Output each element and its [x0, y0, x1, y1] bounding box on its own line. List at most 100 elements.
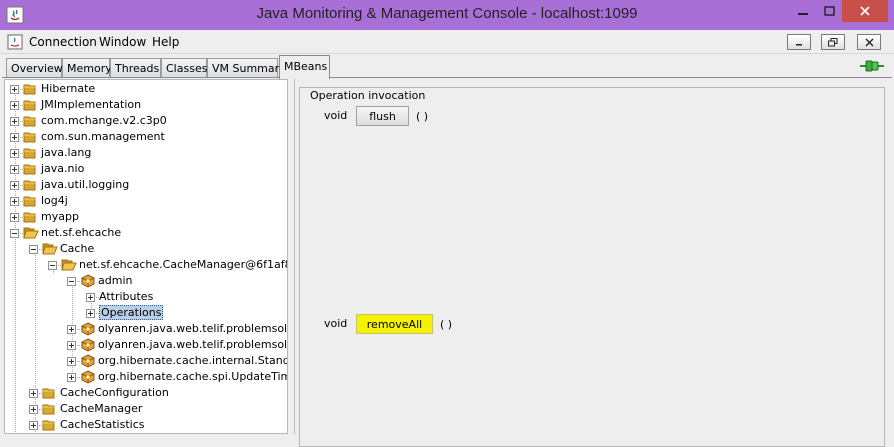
internal-close-button[interactable]	[857, 34, 881, 50]
tree-node-label: CacheConfiguration	[60, 386, 169, 399]
tree-node[interactable]: com.mchange.v2.c3p0	[5, 113, 287, 129]
expand-icon[interactable]	[67, 373, 76, 382]
params-label: ( )	[440, 318, 453, 331]
tree-node[interactable]: Cache	[5, 241, 287, 257]
tree-node[interactable]: olyanren.java.web.telif.problemsolutio	[5, 321, 288, 337]
folder-icon	[42, 417, 58, 433]
menu-help[interactable]: Help	[152, 35, 179, 49]
tree-node[interactable]: java.nio	[5, 161, 287, 177]
folder-icon	[23, 145, 39, 161]
folder-icon	[23, 129, 39, 145]
tree-node-label: net.sf.ehcache.CacheManager@6f1af8c3	[79, 258, 288, 271]
mbean-tree[interactable]: Hibernate JMImplementation com.mchange.v2.…	[4, 79, 288, 434]
tree-node[interactable]: org.hibernate.cache.spi.UpdateTimest	[5, 369, 287, 385]
collapse-icon[interactable]	[10, 229, 19, 238]
tree-node[interactable]: CacheManager	[5, 401, 287, 417]
window-title: Java Monitoring & Management Console - l…	[256, 5, 638, 22]
folder-icon	[42, 401, 58, 417]
tree-node[interactable]: org.hibernate.cache.internal.Standard	[5, 353, 287, 369]
internal-minimize-button[interactable]	[787, 34, 811, 50]
tree-node-label: olyanren.java.web.telif.problemsolutio	[98, 322, 288, 335]
folder-icon	[23, 113, 39, 129]
folder-icon	[23, 209, 39, 225]
flush-button[interactable]: flush	[356, 106, 409, 126]
minimize-button[interactable]	[790, 0, 816, 22]
tree-node-label: com.mchange.v2.c3p0	[41, 114, 167, 127]
tab-threads[interactable]: Threads	[110, 58, 161, 78]
java-doc-icon[interactable]	[7, 34, 23, 50]
tree-node[interactable]: olyanren.java.web.telif.problemsolutio	[5, 337, 288, 353]
folder-icon	[23, 177, 39, 193]
collapse-icon[interactable]	[67, 277, 76, 286]
tree-node-label: Attributes	[99, 290, 154, 303]
expand-icon[interactable]	[10, 213, 19, 222]
operations-panel: Operation invocation void flush ( ) void…	[294, 79, 891, 447]
removeall-button[interactable]: removeAll	[356, 314, 433, 334]
tree-node[interactable]: Attributes	[5, 289, 287, 305]
folder-open-icon	[61, 257, 77, 273]
folder-open-icon	[23, 225, 39, 241]
tab-classes[interactable]: Classes	[161, 58, 207, 78]
operation-row-flush: void flush ( )	[300, 106, 880, 130]
expand-icon[interactable]	[86, 309, 95, 318]
expand-icon[interactable]	[10, 149, 19, 158]
expand-icon[interactable]	[29, 405, 38, 414]
tree-node-label: olyanren.java.web.telif.problemsolutio	[98, 338, 288, 351]
expand-icon[interactable]	[10, 117, 19, 126]
expand-icon[interactable]	[86, 293, 95, 302]
tree-node-label: CacheStatistics	[60, 418, 145, 431]
collapse-icon[interactable]	[29, 245, 38, 254]
tab-memory[interactable]: Memory	[62, 58, 112, 78]
tree-node-label: JMImplementation	[41, 98, 142, 111]
tab-mbeans[interactable]: MBeans	[279, 55, 330, 79]
bean-icon	[80, 353, 96, 369]
maximize-button[interactable]	[816, 0, 842, 22]
collapse-icon[interactable]	[48, 261, 57, 270]
tab-overview[interactable]: Overview	[6, 58, 63, 78]
return-type-label: void	[324, 109, 348, 122]
tree-node-label: myapp	[41, 210, 79, 223]
expand-icon[interactable]	[67, 325, 76, 334]
internal-restore-button[interactable]	[821, 34, 845, 50]
expand-icon[interactable]	[10, 85, 19, 94]
tree-node[interactable]: log4j	[5, 193, 287, 209]
tree-node[interactable]: JMImplementation	[5, 97, 287, 113]
tree-node[interactable]: CacheStatistics	[5, 417, 287, 433]
connection-status-icon	[860, 59, 884, 76]
tree-node[interactable]: java.util.logging	[5, 177, 287, 193]
tree-node[interactable]: java.lang	[5, 145, 287, 161]
tree-node-label: com.sun.management	[41, 130, 165, 143]
tree-node[interactable]: admin	[5, 273, 287, 289]
expand-icon[interactable]	[67, 357, 76, 366]
title-bar: Java Monitoring & Management Console - l…	[0, 0, 894, 30]
menu-connection[interactable]: Connection	[29, 35, 97, 49]
tree-node[interactable]: net.sf.ehcache.CacheManager@6f1af8c3	[5, 257, 288, 273]
expand-icon[interactable]	[29, 421, 38, 430]
tree-node[interactable]: myapp	[5, 209, 287, 225]
expand-icon[interactable]	[29, 389, 38, 398]
menu-bar: Connection Window Help	[0, 30, 894, 54]
expand-icon[interactable]	[10, 101, 19, 110]
tab-bar: Overview Memory Threads Classes VM Summa…	[0, 54, 894, 79]
tree-node[interactable]: Operations	[5, 305, 287, 321]
tree-node[interactable]: Hibernate	[5, 81, 287, 97]
bean-icon	[80, 337, 96, 353]
operation-invocation-legend: Operation invocation	[308, 89, 428, 102]
expand-icon[interactable]	[10, 197, 19, 206]
expand-icon[interactable]	[10, 181, 19, 190]
tab-vm-summary[interactable]: VM Summary	[207, 58, 286, 78]
tree-node[interactable]: CacheConfiguration	[5, 385, 287, 401]
close-button[interactable]	[842, 0, 888, 22]
expand-icon[interactable]	[10, 133, 19, 142]
return-type-label: void	[324, 317, 348, 330]
tree-node[interactable]: com.sun.management	[5, 129, 287, 145]
tree-node-label: java.util.logging	[41, 178, 130, 191]
bean-icon	[80, 273, 96, 289]
tree-node-label: log4j	[41, 194, 68, 207]
expand-icon[interactable]	[10, 165, 19, 174]
folder-icon	[23, 81, 39, 97]
expand-icon[interactable]	[67, 341, 76, 350]
menu-window[interactable]: Window	[99, 35, 146, 49]
tree-node-label: Hibernate	[41, 82, 96, 95]
tree-node[interactable]: net.sf.ehcache	[5, 225, 287, 241]
